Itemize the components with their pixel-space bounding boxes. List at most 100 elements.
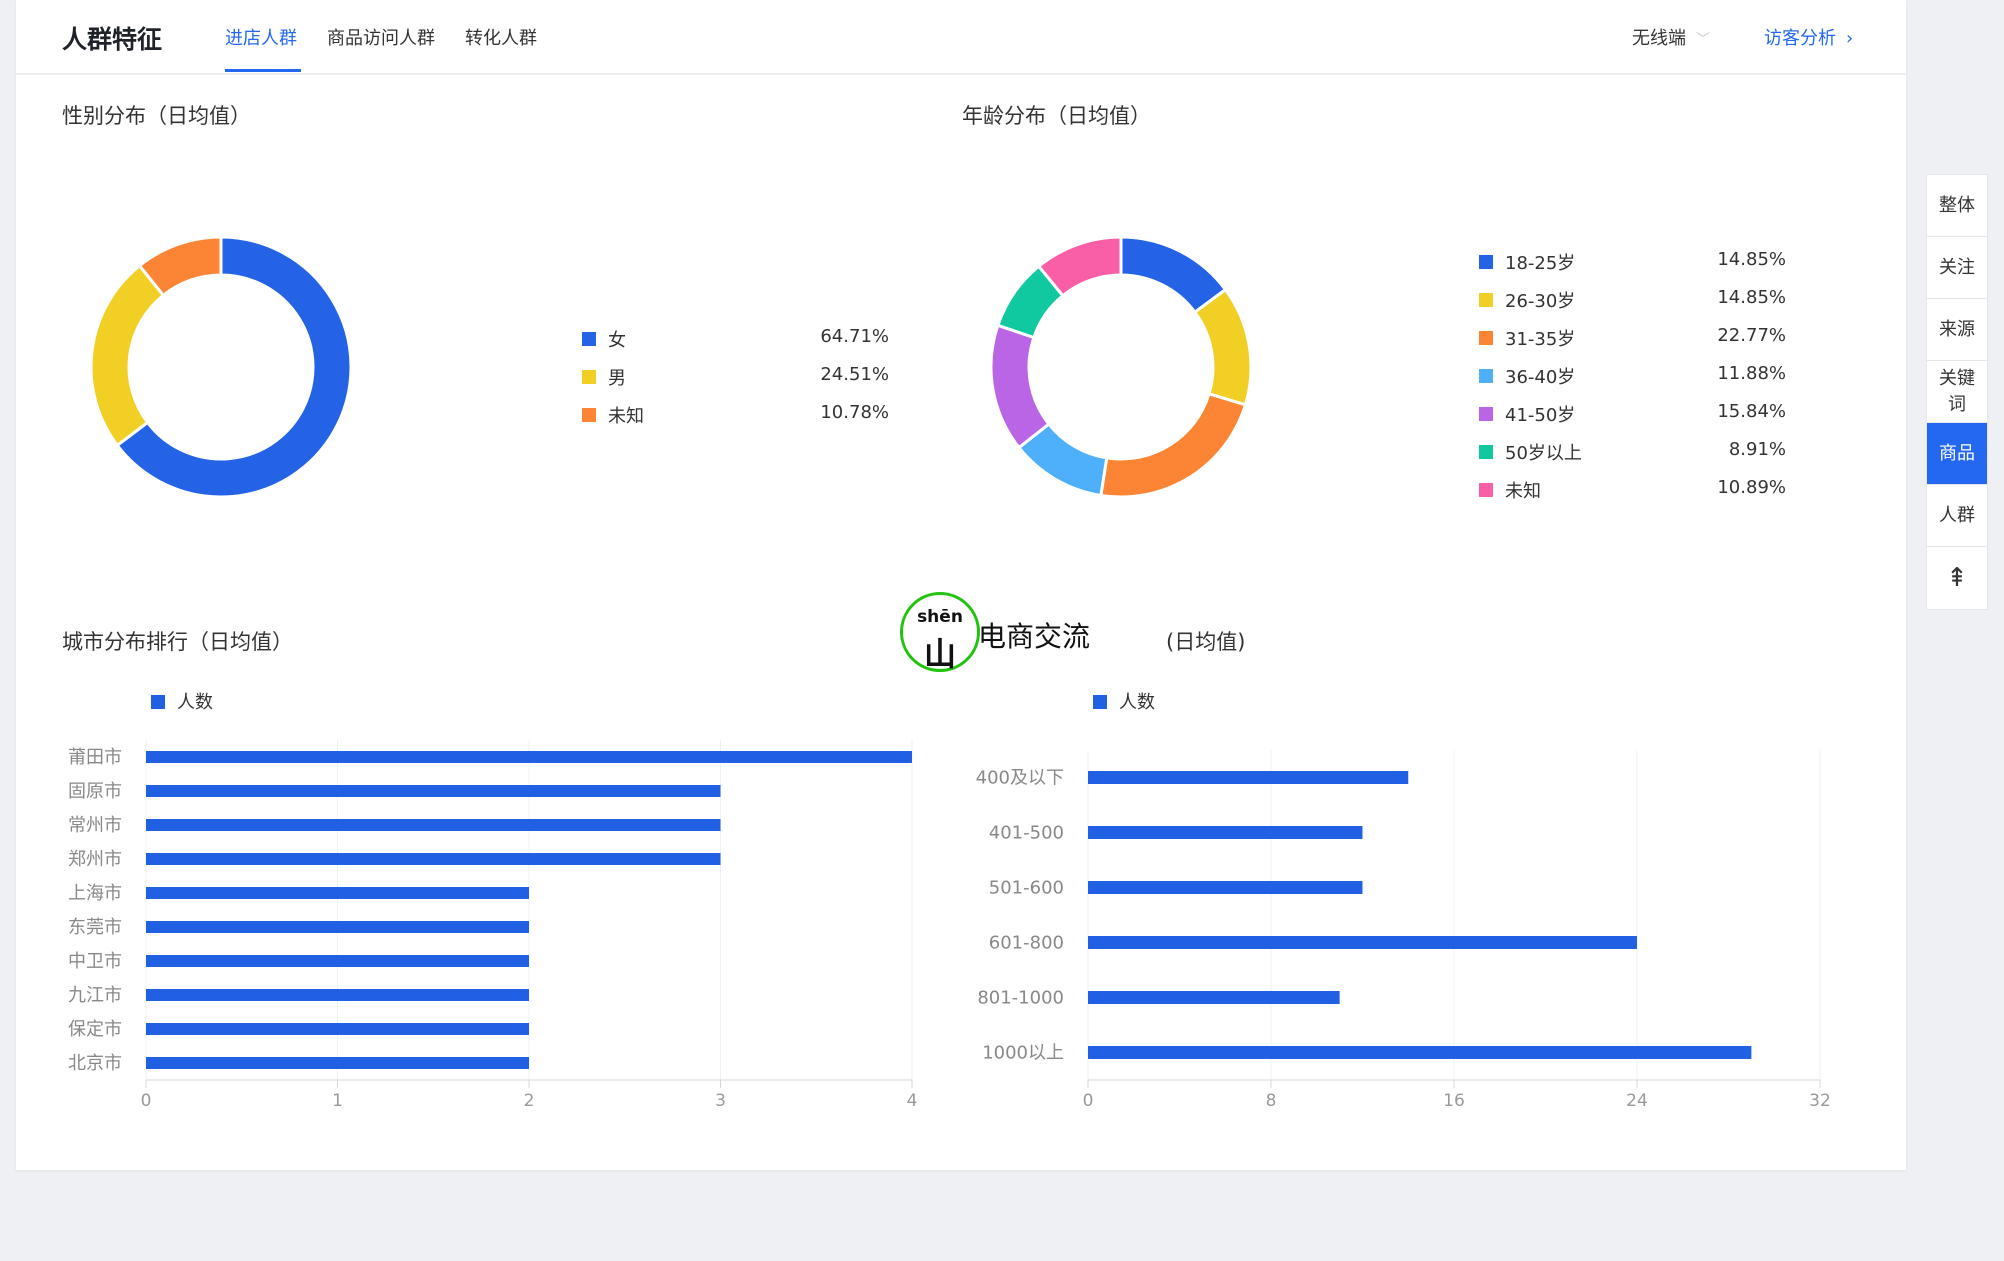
device-select[interactable]: 无线端 ﹀ xyxy=(1632,24,1710,50)
x-tick-label: 0 xyxy=(141,1091,152,1111)
bar[interactable] xyxy=(146,785,721,797)
bar[interactable] xyxy=(146,989,529,1001)
y-category-label: 常州市 xyxy=(68,815,122,836)
legend-swatch xyxy=(1093,695,1107,709)
x-tick-label: 4 xyxy=(907,1091,918,1111)
legend-label: 未知 xyxy=(1505,481,1541,502)
y-category-label: 东莞市 xyxy=(68,917,122,938)
legend-item[interactable]: 50岁以上 8.91% xyxy=(1479,439,1786,465)
city-chart-title: 城市分布排行（日均值） xyxy=(62,630,293,654)
x-tick-label: 0 xyxy=(1083,1091,1094,1111)
x-tick-label: 2 xyxy=(524,1091,535,1111)
bar[interactable] xyxy=(1088,826,1363,839)
legend-value: 24.51% xyxy=(820,364,889,385)
donut-slice[interactable] xyxy=(1192,287,1253,407)
bar[interactable] xyxy=(146,921,529,933)
bar[interactable] xyxy=(1088,881,1363,894)
active-tab-indicator xyxy=(225,69,301,72)
y-category-label: 801-1000 xyxy=(977,988,1064,1009)
sidebar-item-keyword[interactable]: 关键词 xyxy=(1927,361,1987,423)
bar[interactable] xyxy=(146,1023,529,1035)
legend-swatch xyxy=(582,370,596,384)
city-legend-label: 人数 xyxy=(177,692,213,713)
donut-slice[interactable] xyxy=(89,263,166,448)
legend-label: 36-40岁 xyxy=(1505,367,1576,388)
chevron-down-icon: ﹀ xyxy=(1696,32,1710,48)
legend-value: 8.91% xyxy=(1728,439,1786,460)
watermark-pinyin: shēn xyxy=(917,607,963,627)
legend-item[interactable]: 未知 10.89% xyxy=(1479,477,1786,503)
legend-swatch xyxy=(1479,407,1493,421)
legend-swatch xyxy=(1479,293,1493,307)
header-bar: 人群特征 进店人群 商品访问人群 转化人群 无线端 ﹀ 访客分析 › xyxy=(16,0,1906,75)
watermark-logo: shēn 山 xyxy=(900,592,980,673)
bar[interactable] xyxy=(146,751,912,763)
bar[interactable] xyxy=(1088,771,1409,784)
gender-donut-chart xyxy=(89,235,353,499)
y-category-label: 莆田市 xyxy=(68,747,122,768)
bar[interactable] xyxy=(1088,991,1340,1004)
gender-chart-title: 性别分布（日均值） xyxy=(62,104,251,128)
tab-store-visitors[interactable]: 进店人群 xyxy=(225,24,297,50)
legend-value: 15.84% xyxy=(1717,401,1786,422)
sidebar-item-source[interactable]: 来源 xyxy=(1927,299,1987,361)
main-card: 人群特征 进店人群 商品访问人群 转化人群 无线端 ﹀ 访客分析 › 性别分布（日均… xyxy=(16,0,1906,1170)
legend-item[interactable]: 31-35岁 22.77% xyxy=(1479,325,1786,351)
legend-label: 18-25岁 xyxy=(1505,253,1576,274)
price-chart-title: (日均值) xyxy=(1166,630,1246,654)
legend-value: 10.89% xyxy=(1717,477,1786,498)
sidebar-item-follow[interactable]: 关注 xyxy=(1927,237,1987,299)
device-select-value: 无线端 xyxy=(1632,28,1686,49)
city-bar-chart: 0 1 2 3 4 莆田市固原市常州市郑州市上海市东莞市中卫市九江市保定市北京市 xyxy=(68,740,918,1111)
visitor-analysis-link[interactable]: 访客分析 › xyxy=(1764,24,1853,50)
legend-value: 14.85% xyxy=(1717,249,1786,270)
sidebar-item-overall[interactable]: 整体 xyxy=(1927,175,1987,237)
legend-item[interactable]: 男 24.51% xyxy=(582,364,889,390)
donut-slice[interactable] xyxy=(989,323,1051,450)
y-category-label: 401-500 xyxy=(989,823,1064,844)
floating-sidebar: 整体 关注 来源 关键词 商品 人群 ⇞ xyxy=(1926,174,1988,610)
tab-product-visitors[interactable]: 商品访问人群 xyxy=(327,24,435,50)
legend-value: 64.71% xyxy=(820,326,889,347)
chevron-right-icon: › xyxy=(1846,28,1854,49)
legend-swatch xyxy=(582,408,596,422)
legend-item[interactable]: 女 64.71% xyxy=(582,326,889,352)
tab-converted-visitors[interactable]: 转化人群 xyxy=(465,24,537,50)
legend-item[interactable]: 18-25岁 14.85% xyxy=(1479,249,1786,275)
x-tick-label: 24 xyxy=(1626,1091,1648,1111)
bar[interactable] xyxy=(146,955,529,967)
price-bar-chart: 0 8 16 24 32 400及以下 401-500 501-600 601-800 801-1… xyxy=(976,750,1831,1111)
legend-swatch xyxy=(1479,255,1493,269)
legend-label: 未知 xyxy=(608,406,644,427)
x-tick-label: 32 xyxy=(1809,1091,1831,1111)
age-chart-title: 年龄分布（日均值） xyxy=(962,104,1151,128)
legend-item[interactable]: 未知 10.78% xyxy=(582,402,889,428)
legend-label: 31-35岁 xyxy=(1505,329,1576,350)
legend-item[interactable]: 36-40岁 11.88% xyxy=(1479,363,1786,389)
watermark-text: 电商交流 xyxy=(978,620,1091,653)
legend-swatch xyxy=(151,695,165,709)
bar[interactable] xyxy=(1088,1046,1752,1059)
legend-item[interactable]: 41-50岁 15.84% xyxy=(1479,401,1786,427)
sidebar-item-product[interactable]: 商品 xyxy=(1927,423,1987,485)
bar[interactable] xyxy=(146,853,721,865)
y-category-label: 501-600 xyxy=(989,878,1064,899)
donut-slice[interactable] xyxy=(1099,391,1248,499)
price-chart-legend: 人数 xyxy=(1093,688,1155,714)
x-tick-label: 16 xyxy=(1443,1091,1465,1111)
back-to-top-icon[interactable]: ⇞ xyxy=(1927,547,1987,609)
x-tick-label: 8 xyxy=(1266,1091,1277,1111)
y-category-label: 郑州市 xyxy=(68,849,122,870)
legend-label: 41-50岁 xyxy=(1505,405,1576,426)
legend-value: 11.88% xyxy=(1717,363,1786,384)
y-category-label: 固原市 xyxy=(68,781,122,802)
bar[interactable] xyxy=(1088,936,1637,949)
sidebar-item-crowd[interactable]: 人群 xyxy=(1927,485,1987,547)
visitor-analysis-label: 访客分析 xyxy=(1764,28,1836,49)
legend-value: 10.78% xyxy=(820,402,889,423)
bar[interactable] xyxy=(146,1057,529,1069)
bar[interactable] xyxy=(146,887,529,899)
legend-swatch xyxy=(1479,369,1493,383)
legend-item[interactable]: 26-30岁 14.85% xyxy=(1479,287,1786,313)
bar[interactable] xyxy=(146,819,721,831)
